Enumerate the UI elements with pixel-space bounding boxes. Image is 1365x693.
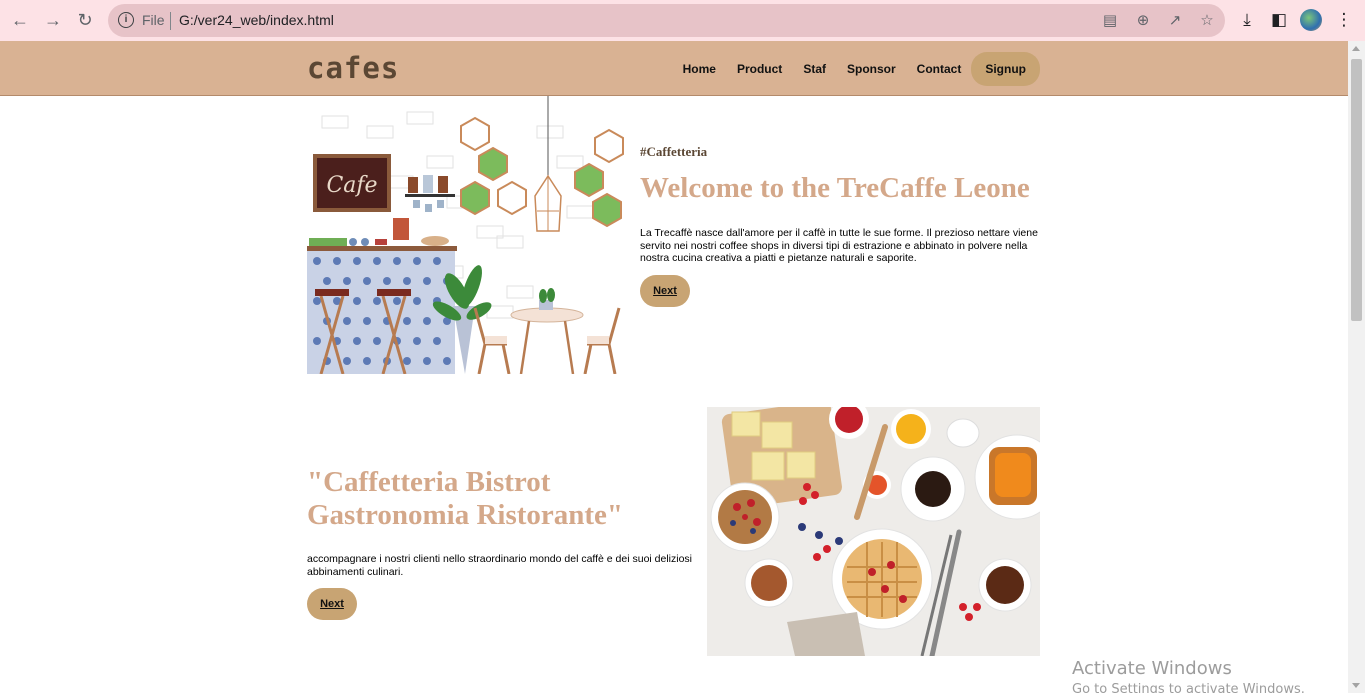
scrollbar-thumb[interactable] [1351, 59, 1362, 321]
bistro-content: "Caffetteria Bistrot Gastronomia Ristora… [307, 466, 702, 620]
svg-text:Cafe: Cafe [326, 173, 377, 198]
hero-description: La Trecaffè nasce dall'amore per il caff… [640, 227, 1038, 264]
forward-arrow-icon[interactable]: → [42, 9, 64, 31]
divider [170, 12, 171, 30]
browser-toolbar: ← → ↻ i File G:/ver24_web/index.html ▤ ⊕… [0, 0, 1365, 41]
bistro-description: accompagnare i nostri clienti nello stra… [307, 553, 693, 578]
hero-content: #Caffetteria Welcome to the TreCaffe Leo… [640, 144, 1040, 307]
reload-icon[interactable]: ↻ [74, 9, 96, 31]
back-arrow-icon[interactable]: ← [9, 9, 31, 31]
cafe-illustration: Cafe [307, 96, 624, 374]
bookmark-star-icon[interactable]: ☆ [1197, 11, 1217, 31]
site-logo[interactable]: cafes [307, 51, 399, 85]
bistro-title: "Caffetteria Bistrot Gastronomia Ristora… [307, 466, 624, 531]
watermark-line-1: Activate Windows [1072, 658, 1232, 679]
nav-sponsor[interactable]: Sponsor [847, 62, 896, 76]
site-header: cafes Home Product Staf Sponsor Contact … [0, 41, 1348, 96]
translate-icon[interactable]: ▤ [1100, 11, 1120, 31]
cafe-sign: Cafe [313, 154, 391, 212]
info-icon[interactable]: i [118, 12, 134, 28]
activate-windows-watermark: Activate Windows Go to Settings to activ… [1072, 658, 1305, 693]
url-scheme: File [142, 12, 165, 28]
address-bar[interactable]: i File G:/ver24_web/index.html ▤ ⊕ ↗ ☆ [108, 4, 1225, 37]
breakfast-photo [707, 407, 1040, 656]
main-nav: Home Product Staf Sponsor Contact Signup [662, 52, 1040, 86]
watermark-line-2: Go to Settings to activate Windows. [1072, 682, 1305, 693]
nav-staf[interactable]: Staf [803, 62, 826, 76]
nav-home[interactable]: Home [683, 62, 716, 76]
profile-avatar[interactable] [1300, 9, 1322, 31]
hero-next-button[interactable]: Next [640, 274, 690, 307]
kebab-menu-icon[interactable]: ⋮ [1333, 9, 1355, 31]
scroll-up-icon[interactable] [1352, 46, 1360, 51]
side-panel-icon[interactable]: ◧ [1268, 9, 1290, 31]
download-icon[interactable]: ⤓ [1236, 9, 1258, 31]
hero-tag: #Caffetteria [640, 144, 708, 159]
share-icon[interactable]: ↗ [1165, 11, 1185, 31]
bistro-next-button[interactable]: Next [307, 588, 357, 620]
scroll-down-icon[interactable] [1352, 683, 1360, 688]
nav-product[interactable]: Product [737, 62, 782, 76]
zoom-icon[interactable]: ⊕ [1133, 11, 1153, 31]
page-viewport: cafes Home Product Staf Sponsor Contact … [0, 41, 1348, 693]
signup-button[interactable]: Signup [971, 52, 1040, 86]
url-text[interactable]: G:/ver24_web/index.html [179, 12, 334, 28]
hero-title: Welcome to the TreCaffe Leone [640, 172, 1030, 204]
page-scrollbar[interactable] [1348, 41, 1365, 693]
nav-contact[interactable]: Contact [917, 62, 962, 76]
